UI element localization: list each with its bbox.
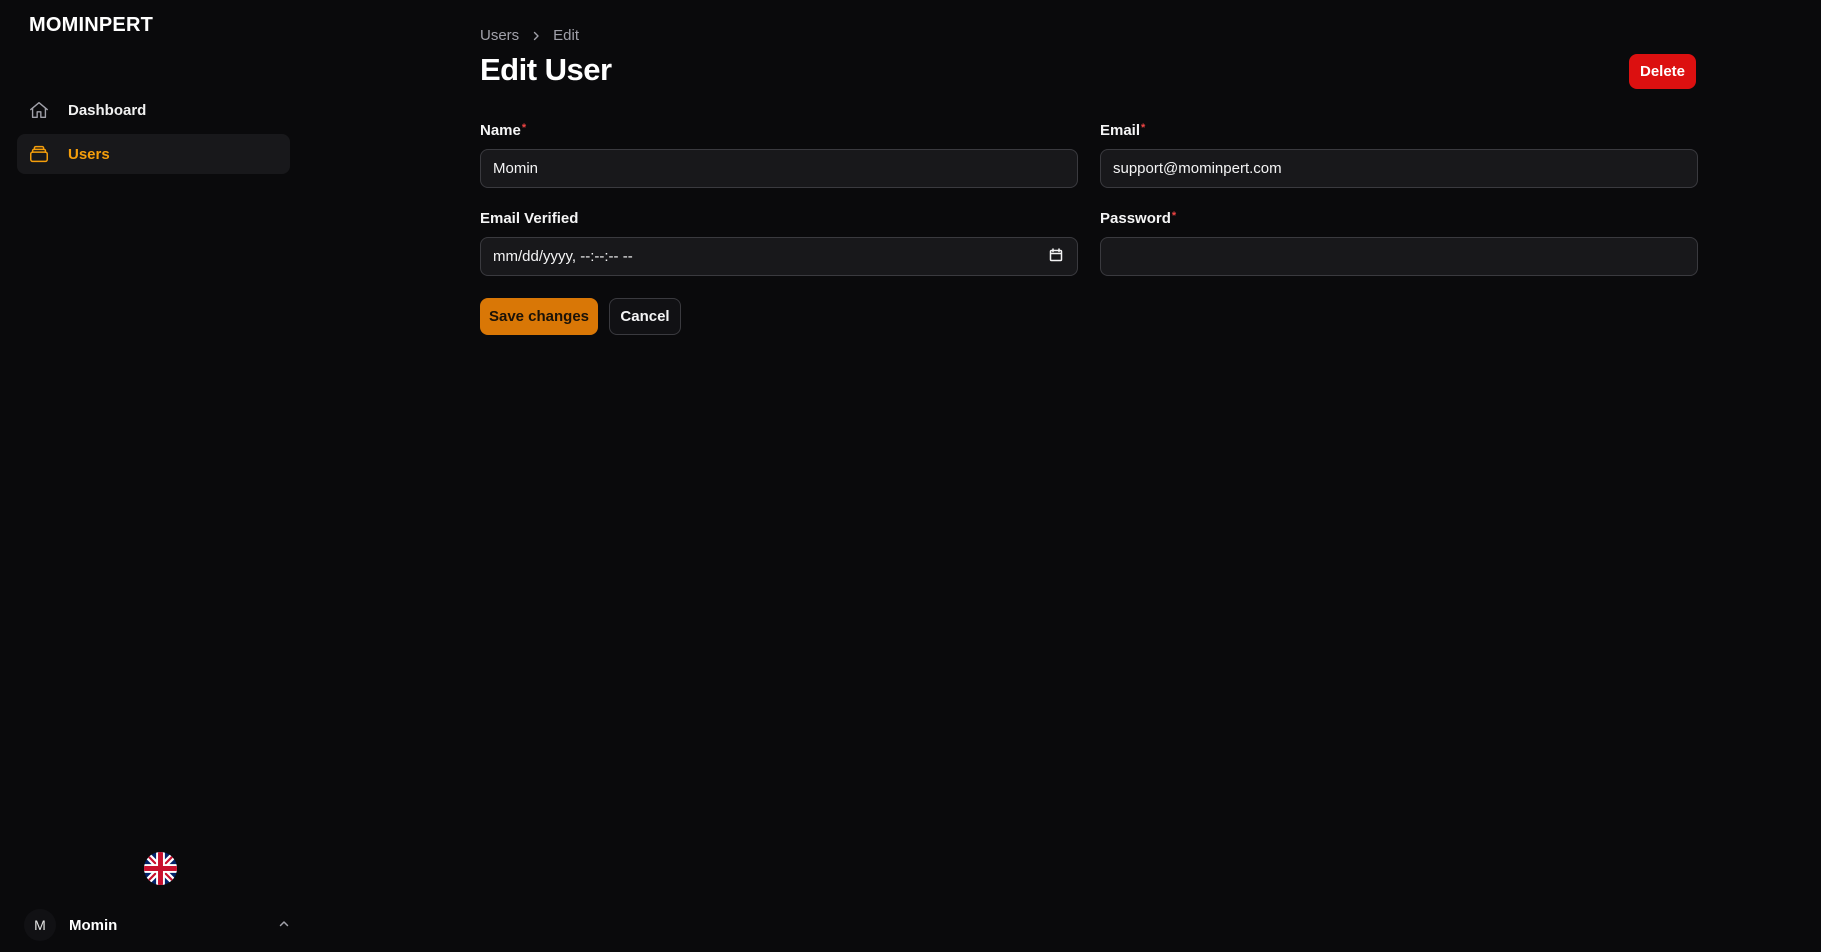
uk-flag-icon[interactable]: [144, 852, 177, 885]
sidebar-item-users[interactable]: Users: [17, 134, 290, 174]
email-label: Email*: [1100, 122, 1146, 139]
sidebar: MOMINPERT Dashboard Users M Momin: [0, 0, 310, 952]
page-title: Edit User: [480, 52, 612, 87]
save-changes-button[interactable]: Save changes: [480, 298, 598, 335]
required-marker: *: [1171, 210, 1177, 222]
rectangle-stack-icon: [27, 142, 51, 166]
date-placeholder: mm/dd/yyyy, --:--:-- --: [493, 248, 633, 265]
sidebar-item-label: Dashboard: [68, 101, 147, 119]
breadcrumb-item-users[interactable]: Users: [480, 27, 519, 44]
breadcrumb-item-edit: Edit: [553, 27, 580, 44]
chevron-right-icon: [531, 31, 541, 41]
password-label: Password*: [1100, 210, 1177, 227]
chevron-up-icon: [278, 917, 290, 935]
cancel-button[interactable]: Cancel: [609, 298, 681, 335]
sidebar-item-dashboard[interactable]: Dashboard: [17, 90, 290, 130]
delete-button[interactable]: Delete: [1629, 54, 1696, 89]
email-verified-field[interactable]: mm/dd/yyyy, --:--:-- --: [480, 237, 1078, 276]
name-label: Name*: [480, 122, 527, 139]
required-marker: *: [521, 122, 527, 134]
name-field[interactable]: [480, 149, 1078, 188]
required-marker: *: [1141, 122, 1146, 134]
avatar: M: [24, 909, 56, 941]
home-icon: [27, 98, 51, 122]
password-field[interactable]: [1100, 237, 1698, 276]
brand-logo[interactable]: MOMINPERT: [29, 14, 153, 37]
email-field[interactable]: [1100, 149, 1698, 188]
calendar-icon[interactable]: [1049, 247, 1063, 266]
breadcrumb: Users Edit: [480, 27, 579, 44]
user-name: Momin: [69, 916, 118, 934]
sidebar-item-label: Users: [68, 145, 110, 163]
user-menu[interactable]: M Momin: [24, 908, 294, 942]
email-verified-label: Email Verified: [480, 210, 579, 227]
